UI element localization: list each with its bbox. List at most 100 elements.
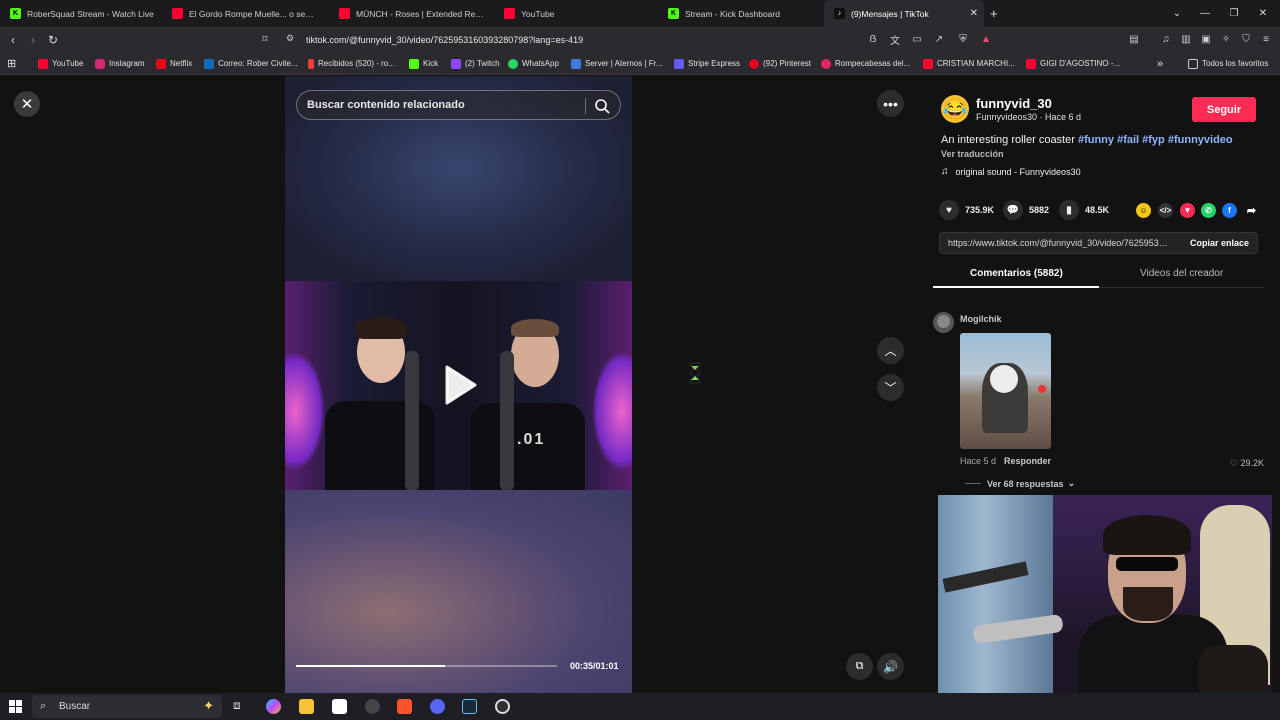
close-window-icon[interactable]: ✕	[1248, 0, 1278, 27]
share-arrow-icon[interactable]: ➦	[1244, 203, 1259, 218]
hourglass-cursor-icon	[689, 362, 701, 384]
brave-rewards-icon[interactable]: ▲	[979, 32, 993, 46]
close-video-button[interactable]: ✕	[14, 91, 40, 117]
more-options-icon[interactable]: •••	[877, 90, 904, 117]
save-button[interactable]: ▮ 48.5K	[1059, 200, 1109, 220]
bookmark-puzzle[interactable]: Rompecabesas del...	[821, 57, 910, 70]
wallet-icon[interactable]: ▣	[1199, 32, 1213, 46]
vpn-icon[interactable]: ⛉	[1239, 32, 1253, 46]
play-icon[interactable]	[443, 365, 477, 405]
picture-in-picture-icon[interactable]: ⧉	[846, 653, 873, 680]
bookmark-gmail[interactable]: Recibidos (520) - ro...	[308, 57, 395, 70]
brave-icon[interactable]	[397, 699, 412, 714]
translate-icon[interactable]: 文	[888, 32, 902, 47]
comment-button[interactable]: 💬 5882	[1003, 200, 1049, 220]
embed-icon[interactable]: </>	[1158, 203, 1173, 218]
sound-link[interactable]: ♫ original sound - Funnyvideos30	[941, 166, 1081, 177]
tab-search-icon[interactable]: ⌄	[1162, 0, 1192, 27]
post-description: An interesting roller coaster #funny #fa…	[941, 134, 1233, 146]
minimize-icon[interactable]: —	[1190, 0, 1220, 27]
app-icon[interactable]	[365, 699, 380, 714]
tab-comments[interactable]: Comentarios (5882)	[970, 268, 1063, 279]
browser-tab[interactable]: K RoberSquad Stream - Watch Live	[0, 0, 162, 27]
bookmark-icon[interactable]: ⌑	[255, 27, 275, 52]
creator-avatar[interactable]: 😂	[941, 95, 969, 123]
discord-icon[interactable]	[430, 699, 445, 714]
related-search-input[interactable]: Buscar contenido relacionado	[296, 90, 621, 120]
close-tab-icon[interactable]: ✕	[970, 8, 978, 19]
back-icon[interactable]: ‹	[3, 27, 23, 52]
emoji-share-icon[interactable]: ☺	[1136, 203, 1151, 218]
video-progress-bar[interactable]	[296, 665, 557, 667]
more-bookmarks-icon[interactable]: »	[1157, 57, 1163, 70]
commenter-avatar[interactable]	[933, 312, 954, 333]
tab-creator-videos[interactable]: Videos del creador	[1140, 268, 1223, 279]
bookmark-youtube-cristian[interactable]: CRISTIAN MARCHI...	[923, 57, 1015, 70]
bookmark-netflix[interactable]: Netflix	[156, 57, 192, 70]
file-explorer-icon[interactable]	[299, 699, 314, 714]
copy-link-button[interactable]: Copiar enlace	[1190, 238, 1249, 248]
apps-icon[interactable]: ⊞	[7, 57, 16, 70]
reload-icon[interactable]: ↻	[43, 27, 63, 52]
bookmark-youtube[interactable]: YouTube	[38, 57, 83, 70]
restore-icon[interactable]: ❐	[1219, 0, 1249, 27]
hashtag-link[interactable]: #funnyvideo	[1168, 134, 1233, 146]
post-link-field[interactable]: https://www.tiktok.com/@funnyvid_30/vide…	[939, 232, 1258, 254]
like-button[interactable]: ♥ 735.9K	[939, 200, 994, 220]
hashtag-link[interactable]: #fyp	[1142, 134, 1165, 146]
see-translation-link[interactable]: Ver traducción	[941, 149, 1004, 159]
browser-tab[interactable]: El Gordo Rompe Muelle... o sea yo!!	[162, 0, 326, 27]
send-icon[interactable]: ▼	[1180, 203, 1195, 218]
reply-button[interactable]: Responder	[1004, 456, 1051, 466]
next-video-button[interactable]: ﹀	[877, 374, 904, 401]
bookmark-aternos[interactable]: Server | Aternos | Fr...	[571, 57, 663, 70]
bookmark-stripe[interactable]: Stripe Express	[674, 57, 740, 70]
video-player[interactable]: .01 Buscar contenido relacionado 00:35/0…	[285, 76, 632, 693]
browser-tab[interactable]: YouTube	[494, 0, 656, 27]
hashtag-link[interactable]: #funny	[1078, 134, 1114, 146]
forward-icon[interactable]: ›	[23, 27, 43, 52]
creator-username[interactable]: funnyvid_30	[976, 96, 1052, 111]
comment-image[interactable]	[960, 333, 1051, 449]
previous-video-button[interactable]: ︿	[877, 337, 904, 364]
brave-shield-icon[interactable]: ⛨	[956, 32, 970, 46]
panel-icon[interactable]: ▥	[1179, 32, 1193, 46]
site-info-icon[interactable]: ⚙	[286, 33, 294, 44]
commenter-username[interactable]: Mogilchik	[960, 314, 1002, 324]
music-icon[interactable]: ♫	[1159, 32, 1173, 46]
comment-like-button[interactable]: ♡ 29.2K	[1230, 458, 1264, 469]
bookmark-instagram[interactable]: Instagram	[95, 57, 145, 70]
menu-icon[interactable]: ≡	[1259, 32, 1273, 46]
bookmark-outlook[interactable]: Correo: Rober Civite...	[204, 57, 298, 70]
obs-icon[interactable]	[495, 699, 510, 714]
bookmark-pinterest[interactable]: (92) Pinterest	[749, 57, 811, 70]
bookmark-whatsapp[interactable]: WhatsApp	[508, 57, 559, 70]
outlook-icon	[204, 58, 214, 69]
bookmark-kick[interactable]: Kick	[409, 57, 438, 70]
no-translate-icon[interactable]: ẞ	[866, 32, 880, 46]
browser-tab-active[interactable]: ♪ (9)Mensajes | TikTok ✕	[824, 0, 984, 27]
sidebar-toggle-icon[interactable]: ▤	[1127, 32, 1141, 46]
facebook-icon[interactable]: f	[1222, 203, 1237, 218]
taskbar-search[interactable]: ⌕ Buscar ✦	[32, 695, 222, 718]
steam-icon[interactable]	[462, 699, 477, 714]
search-icon[interactable]	[594, 98, 610, 114]
volume-icon[interactable]: 🔊	[877, 653, 904, 680]
follow-button[interactable]: Seguir	[1192, 97, 1256, 122]
windows-start-icon[interactable]	[9, 700, 22, 713]
leo-icon[interactable]: ✧	[1219, 32, 1233, 46]
browser-tab[interactable]: MÜNCH - Roses | Extended Remix -	[329, 0, 493, 27]
copilot-icon[interactable]	[266, 699, 281, 714]
cast-icon[interactable]: ▭	[910, 32, 924, 46]
task-view-icon[interactable]: ⧈	[233, 698, 241, 713]
store-icon[interactable]	[332, 699, 347, 714]
browser-tab[interactable]: K Stream - Kick Dashboard	[658, 0, 822, 27]
bookmark-youtube-gigi[interactable]: GIGI D'AGOSTINO -...	[1026, 57, 1120, 70]
bookmark-twitch[interactable]: (2) Twitch	[451, 57, 500, 70]
whatsapp-icon[interactable]: ✆	[1201, 203, 1216, 218]
all-bookmarks-button[interactable]: Todos los favoritos	[1188, 57, 1268, 70]
share-icon[interactable]: ↗	[932, 32, 946, 46]
hashtag-link[interactable]: #fail	[1117, 134, 1139, 146]
new-tab-button[interactable]: +	[990, 6, 998, 21]
view-replies-button[interactable]: Ver 68 respuestas ⌄	[965, 478, 1075, 489]
